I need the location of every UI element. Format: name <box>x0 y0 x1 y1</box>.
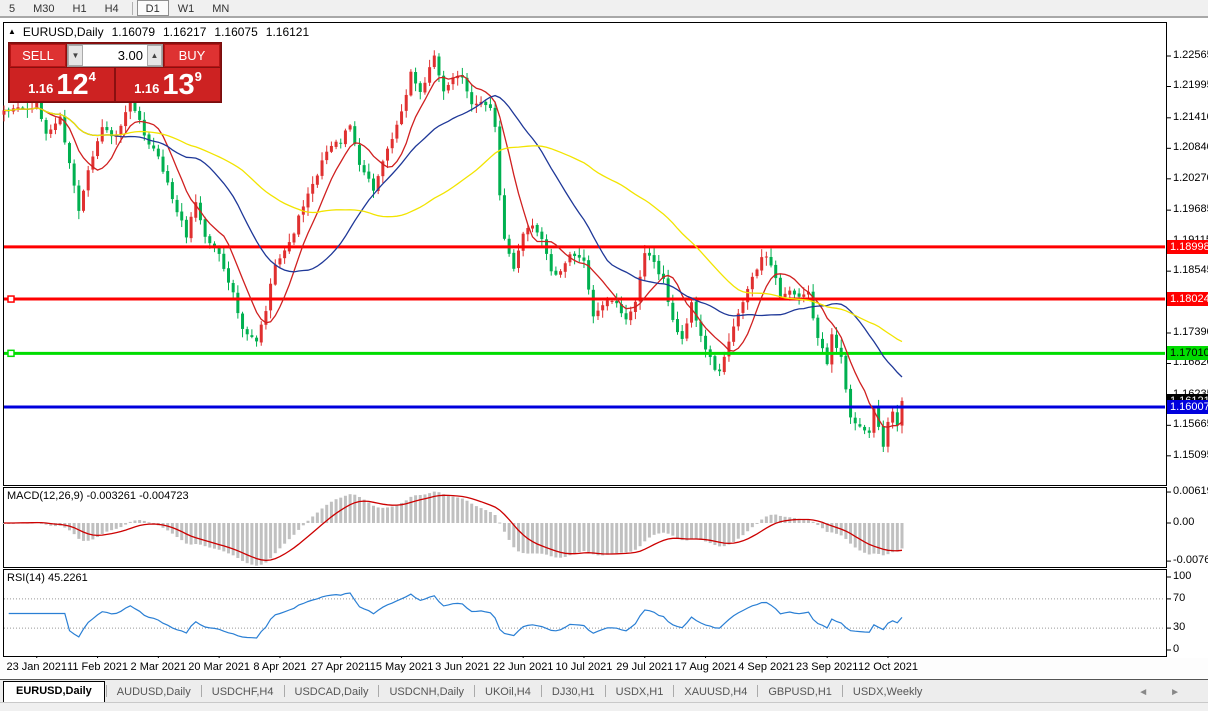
rsi-tick-label: 70 <box>1173 592 1185 604</box>
chart-tab-usdcnh-daily[interactable]: USDCNH,Daily <box>380 683 473 702</box>
price-tick-label: 1.20840 <box>1173 141 1208 153</box>
macd-tick-label: 0.00 <box>1173 516 1194 528</box>
timeframe-button-h1[interactable]: H1 <box>64 0 96 16</box>
price-tick-label: 1.22565 <box>1173 49 1208 61</box>
spinner-down-icon: ▼ <box>72 51 80 60</box>
chart-title: ▲ EURUSD,Daily 1.16079 1.16217 1.16075 1… <box>8 25 309 39</box>
buy-button[interactable]: BUY <box>164 44 220 67</box>
date-tick-label: 23 Sep 2021 <box>796 661 858 673</box>
tab-separator <box>757 685 758 697</box>
chart-tab-audusd-daily[interactable]: AUDUSD,Daily <box>108 683 200 702</box>
tab-scroll-left-icon[interactable]: ◄ <box>1138 687 1148 698</box>
volume-input[interactable]: 3.00 <box>83 45 147 66</box>
price-tick-label: 1.19685 <box>1173 203 1208 215</box>
date-tick-label: 22 Jun 2021 <box>493 661 554 673</box>
sell-button[interactable]: SELL <box>10 44 66 67</box>
quote-open: 1.16079 <box>112 25 155 39</box>
timeframe-toolbar: 5M30H1H4 D1W1MN <box>0 0 1208 18</box>
date-tick-label: 27 Apr 2021 <box>311 661 370 673</box>
date-tick-label: 23 Jan 2021 <box>6 661 67 673</box>
price-tick-label: 1.15095 <box>1173 449 1208 461</box>
sell-price-prefix: 1.16 <box>28 81 53 96</box>
buy-price-pip: 9 <box>195 69 202 84</box>
price-tick-label: 1.17390 <box>1173 326 1208 338</box>
date-tick-label: 29 Jul 2021 <box>616 661 673 673</box>
quote-close: 1.16121 <box>266 25 309 39</box>
date-tick-label: 10 Jul 2021 <box>556 661 613 673</box>
sell-price-main: 12 <box>56 71 88 100</box>
chart-tab-usdchf-h4[interactable]: USDCHF,H4 <box>203 683 283 702</box>
chart-canvas[interactable] <box>0 0 1208 711</box>
chart-tab-ukoil-h4[interactable]: UKOil,H4 <box>476 683 540 702</box>
tab-separator <box>541 685 542 697</box>
volume-increase-button[interactable]: ▲ <box>147 45 162 66</box>
timeframe-button-mn[interactable]: MN <box>203 0 238 16</box>
date-tick-label: 8 Apr 2021 <box>253 661 306 673</box>
tab-separator <box>673 685 674 697</box>
tab-separator <box>201 685 202 697</box>
macd-tick-label: -0.007621 <box>1173 554 1208 566</box>
price-tick-label: 1.21410 <box>1173 111 1208 123</box>
macd-indicator-label: MACD(12,26,9) -0.003261 -0.004723 <box>7 490 189 502</box>
date-axis: 23 Jan 202111 Feb 20212 Mar 202120 Mar 2… <box>0 658 1208 678</box>
date-tick-label: 15 May 2021 <box>370 661 434 673</box>
tab-separator <box>284 685 285 697</box>
spinner-up-icon: ▲ <box>151 51 159 60</box>
one-click-trading-panel: SELL ▼ 3.00 ▲ BUY 1.16 12 4 1.16 13 9 <box>8 42 222 103</box>
price-tick-label: 1.20270 <box>1173 172 1208 184</box>
timeframe-button-w1[interactable]: W1 <box>169 0 204 16</box>
price-tick-label: 1.18545 <box>1173 264 1208 276</box>
chart-tab-usdx-weekly[interactable]: USDX,Weekly <box>844 683 931 702</box>
tab-separator <box>605 685 606 697</box>
price-tick-label: 1.21995 <box>1173 79 1208 91</box>
status-bar <box>0 702 1208 711</box>
date-tick-label: 17 Aug 2021 <box>675 661 737 673</box>
rsi-indicator-label: RSI(14) 45.2261 <box>7 572 88 584</box>
timeframe-button-m30[interactable]: M30 <box>24 0 63 16</box>
date-tick-label: 11 Feb 2021 <box>67 661 128 673</box>
symbol-marker-icon: ▲ <box>8 27 16 36</box>
tab-scroll-right-icon[interactable]: ► <box>1170 687 1180 698</box>
tab-separator <box>842 685 843 697</box>
timeframe-button-d1[interactable]: D1 <box>137 0 169 16</box>
date-tick-label: 4 Sep 2021 <box>738 661 794 673</box>
macd-tick-label: 0.006193 <box>1173 485 1208 497</box>
chart-tab-bar: EURUSD,DailyAUDUSD,DailyUSDCHF,H4USDCAD,… <box>0 679 1208 702</box>
chart-tab-eurusd-daily[interactable]: EURUSD,Daily <box>3 681 105 702</box>
level-price-label: 1.16007 <box>1167 400 1208 414</box>
date-tick-label: 2 Mar 2021 <box>131 661 187 673</box>
terminal-window: 5M30H1H4 D1W1MN ▲ EURUSD,Daily 1.16079 1.… <box>0 0 1208 711</box>
tab-separator <box>106 685 107 697</box>
tab-separator <box>378 685 379 697</box>
price-tick-label: 1.15665 <box>1173 418 1208 430</box>
date-tick-label: 3 Jun 2021 <box>435 661 489 673</box>
volume-decrease-button[interactable]: ▼ <box>68 45 83 66</box>
tab-separator <box>474 685 475 697</box>
level-price-label: 1.18024 <box>1167 292 1208 306</box>
level-price-label: 1.17010 <box>1167 346 1208 360</box>
level-price-label: 1.18998 <box>1167 240 1208 254</box>
chart-tab-dj30-h1[interactable]: DJ30,H1 <box>543 683 604 702</box>
buy-price-main: 13 <box>162 71 194 100</box>
date-tick-label: 12 Oct 2021 <box>858 661 918 673</box>
quote-high: 1.16217 <box>163 25 206 39</box>
sell-price-pip: 4 <box>89 69 96 84</box>
timeframe-button-5[interactable]: 5 <box>0 0 24 16</box>
rsi-tick-label: 30 <box>1173 621 1185 633</box>
chart-tab-xauusd-h4[interactable]: XAUUSD,H4 <box>675 683 756 702</box>
chart-tab-gbpusd-h1[interactable]: GBPUSD,H1 <box>759 683 841 702</box>
toolbar-separator <box>132 2 133 15</box>
date-tick-label: 20 Mar 2021 <box>188 661 250 673</box>
volume-stepper: ▼ 3.00 ▲ <box>67 44 163 67</box>
chart-tab-usdcad-daily[interactable]: USDCAD,Daily <box>286 683 378 702</box>
timeframe-button-h4[interactable]: H4 <box>96 0 128 16</box>
rsi-tick-label: 0 <box>1173 643 1179 655</box>
quote-low: 1.16075 <box>214 25 257 39</box>
symbol-name: EURUSD,Daily <box>23 25 104 39</box>
buy-price-prefix: 1.16 <box>134 81 159 96</box>
sell-price-button[interactable]: 1.16 12 4 <box>10 68 114 101</box>
chart-tab-usdx-h1[interactable]: USDX,H1 <box>607 683 673 702</box>
buy-price-button[interactable]: 1.16 13 9 <box>116 68 220 101</box>
rsi-tick-label: 100 <box>1173 570 1191 582</box>
